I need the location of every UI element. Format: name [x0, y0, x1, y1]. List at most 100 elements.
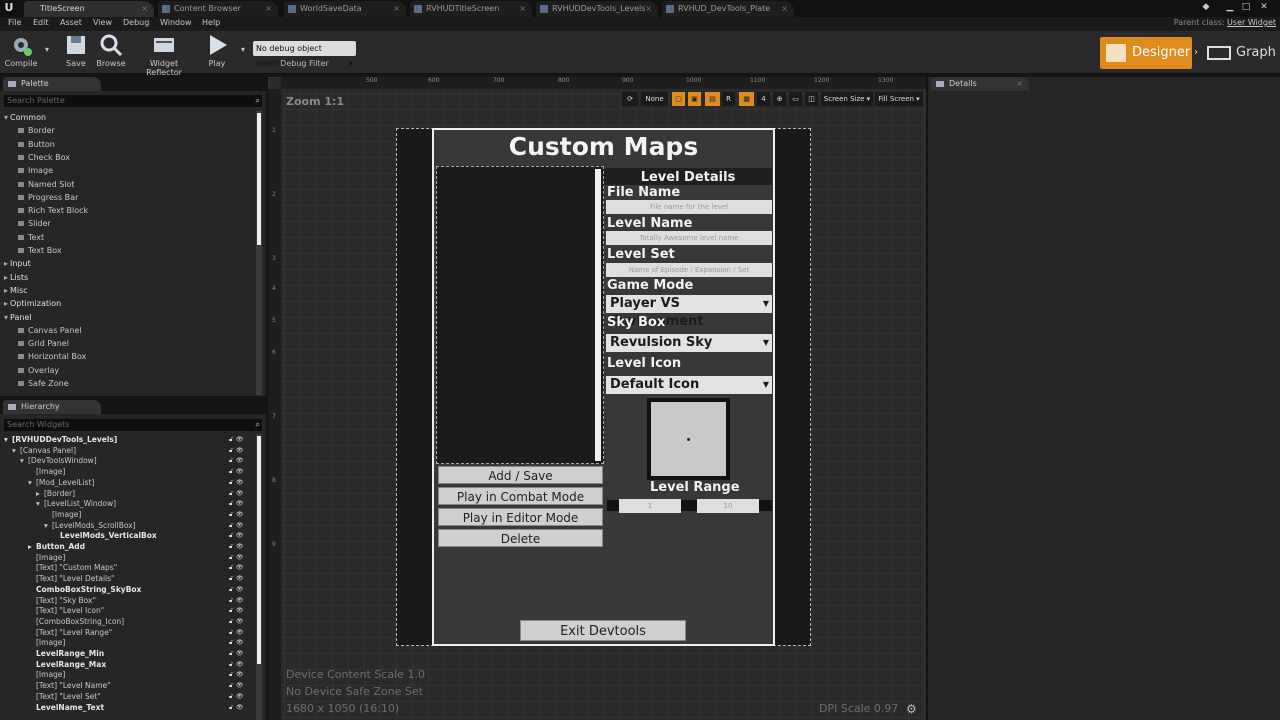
lock-icon[interactable]: ▣: [688, 92, 701, 106]
maximize-icon[interactable]: □: [1240, 1, 1252, 13]
level-list-scrollbar[interactable]: [595, 169, 601, 461]
visibility-eye-icon[interactable]: 👁︎: [236, 564, 244, 571]
unlock-icon[interactable]: 🔓︎: [229, 704, 233, 711]
palette-item[interactable]: Canvas Panel: [4, 324, 82, 337]
hierarchy-row[interactable]: [Text] "Level Icon": [28, 606, 104, 617]
palette-item[interactable]: Rich Text Block: [4, 204, 88, 217]
unlock-icon[interactable]: 🔓︎: [229, 597, 233, 604]
compile-options-arrow-icon[interactable]: ▾: [42, 45, 52, 54]
close-icon[interactable]: ×: [645, 1, 652, 17]
unlock-icon[interactable]: 🔓︎: [229, 586, 233, 593]
palette-item[interactable]: Border: [4, 124, 55, 137]
unlock-icon[interactable]: 🔓︎: [229, 500, 233, 507]
tb-r-button[interactable]: R: [722, 92, 735, 106]
visibility-eye-icon[interactable]: 👁︎: [236, 511, 244, 518]
unlock-icon[interactable]: 🔓︎: [229, 554, 233, 561]
hierarchy-row[interactable]: ComboBoxString_SkyBox: [28, 585, 141, 596]
unlock-icon[interactable]: 🔓︎: [229, 661, 233, 668]
tree-arrow-icon[interactable]: ▾: [36, 499, 44, 510]
palette-category[interactable]: ▸ Lists: [4, 271, 28, 284]
outline-toggle-icon[interactable]: ▢: [672, 92, 685, 106]
respect-locks-icon[interactable]: ▤: [705, 92, 720, 106]
unlock-icon[interactable]: 🔓︎: [229, 511, 233, 518]
palette-category[interactable]: ▾ Panel: [4, 311, 32, 324]
visibility-eye-icon[interactable]: 👁︎: [236, 586, 244, 593]
graph-mode-button[interactable]: Graph: [1204, 37, 1276, 69]
tree-arrow-icon[interactable]: ▾: [4, 435, 12, 446]
visibility-eye-icon[interactable]: 👁︎: [236, 436, 244, 443]
preview-none-button[interactable]: None: [641, 92, 668, 106]
unlock-icon[interactable]: 🔓︎: [229, 479, 233, 486]
safe-zone-icon[interactable]: ◫: [805, 92, 818, 106]
collapse-arrow-icon[interactable]: ▸: [4, 284, 8, 297]
level-name-input[interactable]: Totally Awesome level name: [606, 231, 772, 245]
hierarchy-row[interactable]: [Image]: [44, 510, 81, 521]
palette-category[interactable]: ▸ Misc: [4, 284, 28, 297]
level-set-input[interactable]: Name of Episode / Expansion / Set: [606, 263, 772, 277]
play-options-arrow-icon[interactable]: ▾: [238, 45, 248, 54]
hierarchy-row[interactable]: ▾ [LevelMods_ScrollBox]: [44, 521, 136, 532]
dpi-settings-gear-icon[interactable]: ⚙: [906, 702, 917, 716]
tab-titlescreen[interactable]: TitleScreen ×: [24, 1, 154, 17]
tab-worldsavedata[interactable]: WorldSaveData ×: [284, 1, 406, 17]
unlock-icon[interactable]: 🔓︎: [229, 468, 233, 475]
palette-item[interactable]: Progress Bar: [4, 191, 78, 204]
tree-arrow-icon[interactable]: ▾: [12, 446, 20, 457]
delete-button[interactable]: Delete: [438, 529, 603, 547]
unlock-icon[interactable]: 🔓︎: [229, 490, 233, 497]
collapse-arrow-icon[interactable]: ▸: [4, 297, 8, 310]
unlock-icon[interactable]: 🔓︎: [229, 618, 233, 625]
visibility-eye-icon[interactable]: 👁︎: [236, 479, 244, 486]
hierarchy-row[interactable]: ▾ [Mod_LevelList]: [28, 478, 94, 489]
visibility-eye-icon[interactable]: 👁︎: [236, 639, 244, 646]
close-icon[interactable]: ×: [141, 1, 148, 17]
expand-arrow-icon[interactable]: ▾: [4, 311, 8, 324]
visibility-eye-icon[interactable]: 👁︎: [236, 704, 244, 711]
file-name-input[interactable]: File name for the level: [606, 200, 772, 214]
collapse-arrow-icon[interactable]: ▸: [4, 257, 8, 270]
visibility-eye-icon[interactable]: 👁︎: [236, 629, 244, 636]
hierarchy-search-input[interactable]: Search Widgets ⌕: [4, 419, 262, 431]
close-icon[interactable]: ×: [1016, 77, 1023, 91]
visibility-eye-icon[interactable]: 👁︎: [236, 607, 244, 614]
palette-item[interactable]: Grid Panel: [4, 337, 69, 350]
visibility-eye-icon[interactable]: 👁︎: [236, 650, 244, 657]
visibility-eye-icon[interactable]: 👁︎: [236, 671, 244, 678]
hierarchy-scrollbar-thumb[interactable]: [257, 436, 261, 664]
hierarchy-row[interactable]: LevelRange_Min: [28, 649, 104, 660]
refresh-icon[interactable]: ⟳: [622, 92, 638, 106]
unlock-icon[interactable]: 🔓︎: [229, 522, 233, 529]
visibility-eye-icon[interactable]: 👁︎: [236, 500, 244, 507]
screen-icon[interactable]: ▭: [789, 92, 802, 106]
menu-asset[interactable]: Asset: [60, 18, 82, 27]
menu-window[interactable]: Window: [160, 18, 192, 27]
visibility-eye-icon[interactable]: 👁︎: [236, 522, 244, 529]
visibility-eye-icon[interactable]: 👁︎: [236, 661, 244, 668]
hierarchy-row[interactable]: [Text] "Custom Maps": [28, 563, 117, 574]
minimize-icon[interactable]: ▁: [1224, 1, 1236, 13]
visibility-eye-icon[interactable]: 👁︎: [236, 490, 244, 497]
visibility-eye-icon[interactable]: 👁︎: [236, 457, 244, 464]
hierarchy-row[interactable]: ▸ Button_Add: [28, 542, 85, 553]
hierarchy-row[interactable]: LevelMods_VerticalBox: [52, 531, 157, 542]
exit-devtools-button[interactable]: Exit Devtools: [520, 620, 686, 641]
tab-content-browser[interactable]: Content Browser ×: [158, 1, 278, 17]
details-tab[interactable]: Details ×: [931, 77, 1029, 91]
unlock-icon[interactable]: 🔓︎: [229, 457, 233, 464]
palette-item[interactable]: Overlay: [4, 364, 59, 377]
level-range-min-input[interactable]: 1: [619, 499, 681, 513]
menu-edit[interactable]: Edit: [33, 18, 49, 27]
unlock-icon[interactable]: 🔓︎: [229, 693, 233, 700]
expand-arrow-icon[interactable]: ▾: [4, 111, 8, 124]
tab-rvhud-devtools-plate[interactable]: RVHUD_DevTools_Plate ×: [662, 1, 794, 17]
add-save-button[interactable]: Add / Save: [438, 466, 603, 484]
hierarchy-row[interactable]: [Text] "Level Set": [28, 692, 101, 703]
close-icon[interactable]: ×: [393, 1, 400, 17]
designer-mode-button[interactable]: Designer: [1100, 37, 1192, 69]
hierarchy-row[interactable]: [Text] "Sky Box": [28, 596, 96, 607]
visibility-eye-icon[interactable]: 👁︎: [236, 618, 244, 625]
palette-category[interactable]: ▸ Optimization: [4, 297, 61, 310]
unlock-icon[interactable]: 🔓︎: [229, 682, 233, 689]
tree-arrow-icon[interactable]: ▾: [28, 478, 36, 489]
visibility-eye-icon[interactable]: 👁︎: [236, 532, 244, 539]
